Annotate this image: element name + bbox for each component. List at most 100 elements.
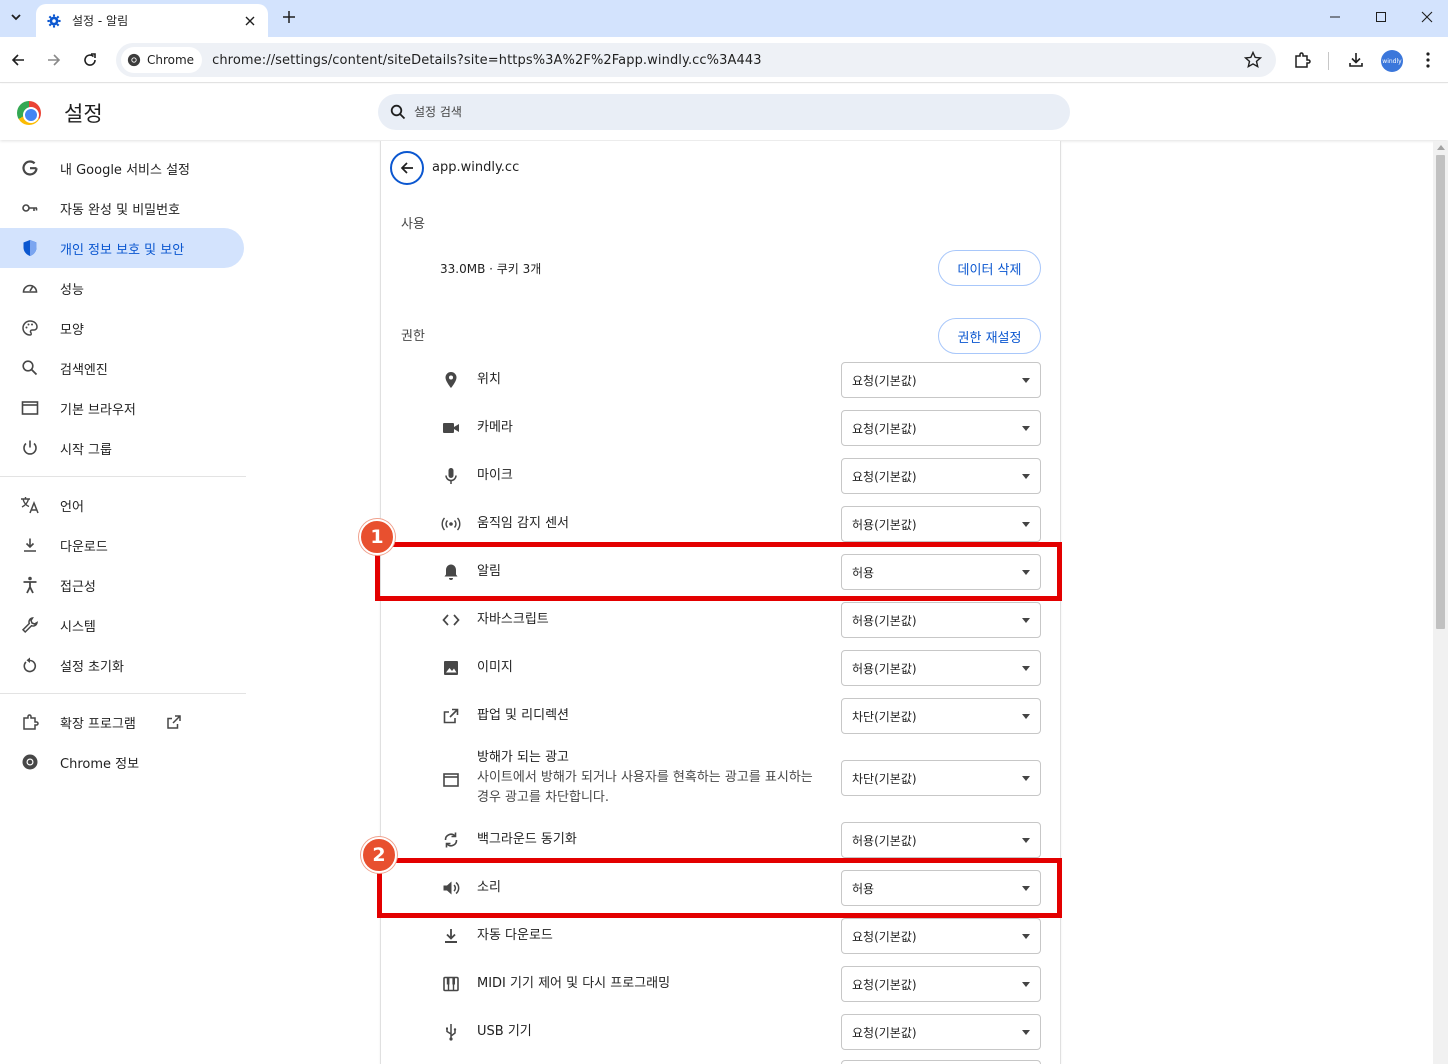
sidebar-divider: [0, 693, 246, 694]
sidebar-item-languages[interactable]: 언어: [0, 485, 246, 525]
sidebar-item-on-startup[interactable]: 시작 그룹: [0, 428, 246, 468]
address-bar[interactable]: Chrome chrome://settings/content/siteDet…: [116, 43, 1276, 77]
sidebar-item-label: 자동 완성 및 비밀번호: [60, 202, 181, 218]
active-tab[interactable]: 설정 - 알림: [36, 4, 268, 37]
bookmark-star-icon[interactable]: [1244, 51, 1262, 69]
permission-select[interactable]: 허용(기본값): [841, 822, 1041, 858]
select-value: 요청(기본값): [852, 373, 917, 388]
caret-down-icon: [1022, 934, 1030, 939]
sidebar-item-autofill[interactable]: 자동 완성 및 비밀번호: [0, 188, 246, 228]
download-icon: [441, 926, 461, 946]
permission-label: USB 기기: [477, 1024, 532, 1039]
image-icon: [441, 658, 461, 678]
usage-value: 33.0MB · 쿠키 3개: [440, 262, 542, 276]
search-input[interactable]: [414, 105, 1014, 119]
sync-icon: [441, 830, 461, 850]
permission-text: 방해가 되는 광고 사이트에서 방해가 되거나 사용자를 현혹하는 광고를 표시…: [477, 748, 827, 808]
site-name: app.windly.cc: [432, 160, 520, 175]
sidebar-item-label: 검색엔진: [60, 362, 108, 378]
permission-row-intrusive-ads: 방해가 되는 광고 사이트에서 방해가 되거나 사용자를 현혹하는 광고를 표시…: [441, 746, 1041, 810]
permission-select[interactable]: 요청(기본값): [841, 362, 1041, 398]
sidebar-item-search-engine[interactable]: 검색엔진: [0, 348, 246, 388]
reload-button[interactable]: [76, 46, 104, 74]
sidebar-item-label: 확장 프로그램: [60, 716, 136, 732]
back-arrow-button[interactable]: [390, 151, 424, 185]
google-g-icon: [20, 158, 40, 178]
chrome-icon: [127, 53, 141, 67]
settings-search[interactable]: [378, 94, 1070, 130]
page-scrollbar[interactable]: [1433, 141, 1448, 1064]
sidebar-item-privacy[interactable]: 개인 정보 보호 및 보안: [0, 228, 244, 268]
palette-icon: [20, 318, 40, 338]
permission-select[interactable]: 차단(기본값): [841, 760, 1041, 796]
permission-row-motion-sensors: 움직임 감지 센서 허용(기본값): [441, 506, 1041, 542]
url-text[interactable]: chrome://settings/content/siteDetails?si…: [212, 53, 762, 68]
select-value: 요청(기본값): [852, 929, 917, 944]
sidebar-item-default-browser[interactable]: 기본 브라우저: [0, 388, 246, 428]
permission-select[interactable]: 요청(기본값): [841, 918, 1041, 954]
sidebar-item-label: 설정 초기화: [60, 659, 124, 675]
maximize-button[interactable]: [1358, 0, 1404, 34]
sidebar-item-reset[interactable]: 설정 초기화: [0, 645, 246, 685]
forward-button[interactable]: [40, 46, 68, 74]
extensions-button[interactable]: [1288, 46, 1316, 74]
sidebar-item-accessibility[interactable]: 접근성: [0, 565, 246, 605]
sidebar-item-about-chrome[interactable]: Chrome 정보: [0, 742, 246, 782]
sidebar-item-performance[interactable]: 성능: [0, 268, 246, 308]
menu-button[interactable]: [1414, 46, 1442, 74]
permission-select[interactable]: 차단(기본값): [841, 698, 1041, 734]
permission-row-usb: USB 기기 요청(기본값): [441, 1014, 1041, 1050]
key-icon: [20, 198, 40, 218]
power-icon: [20, 438, 40, 458]
select-value: 요청(기본값): [852, 421, 917, 436]
annotation-badge-1: 1: [359, 519, 395, 555]
downloads-button[interactable]: [1342, 46, 1370, 74]
minimize-button[interactable]: [1312, 0, 1358, 34]
puzzle-icon: [20, 712, 40, 732]
download-icon: [20, 535, 40, 555]
permission-row-location: 위치 요청(기본값): [441, 362, 1041, 398]
usage-heading: 사용: [401, 217, 425, 232]
back-button[interactable]: [4, 46, 32, 74]
permission-select-partial[interactable]: [841, 1060, 1041, 1064]
ad-window-icon: [441, 770, 461, 790]
caret-down-icon: [1022, 522, 1030, 527]
chrome-icon: [20, 752, 40, 772]
permission-select[interactable]: 허용(기본값): [841, 650, 1041, 686]
permission-select[interactable]: 허용(기본값): [841, 602, 1041, 638]
reset-permissions-button[interactable]: 권한 재설정: [938, 318, 1041, 354]
shield-icon: [20, 238, 40, 258]
site-info-chip[interactable]: Chrome: [121, 47, 203, 73]
more-vert-icon: [1426, 52, 1430, 68]
caret-down-icon: [1022, 714, 1030, 719]
sidebar-item-appearance[interactable]: 모양: [0, 308, 246, 348]
sidebar-item-extensions[interactable]: 확장 프로그램: [0, 702, 246, 742]
profile-avatar[interactable]: windly: [1381, 50, 1403, 72]
sidebar-item-system[interactable]: 시스템: [0, 605, 246, 645]
search-icon: [390, 104, 406, 120]
new-tab-button[interactable]: [278, 6, 300, 28]
sensor-icon: [441, 514, 461, 534]
permission-select[interactable]: 허용(기본값): [841, 506, 1041, 542]
caret-down-icon: [1022, 1030, 1030, 1035]
highlight-box-sound: [377, 858, 1062, 918]
settings-header: 설정: [0, 84, 1448, 140]
clear-data-button[interactable]: 데이터 삭제: [938, 250, 1041, 286]
sidebar-item-label: Chrome 정보: [60, 756, 140, 772]
permission-select[interactable]: 요청(기본값): [841, 966, 1041, 1002]
permission-select[interactable]: 요청(기본값): [841, 458, 1041, 494]
scroll-up-arrow-icon[interactable]: [1437, 145, 1445, 150]
sidebar-item-google-services[interactable]: 내 Google 서비스 설정: [0, 148, 246, 188]
permission-select[interactable]: 요청(기본값): [841, 1014, 1041, 1050]
scrollbar-thumb[interactable]: [1436, 155, 1445, 629]
close-window-button[interactable]: [1404, 0, 1448, 34]
sidebar-item-label: 접근성: [60, 579, 96, 595]
select-value: 허용(기본값): [852, 517, 917, 532]
tab-search-button[interactable]: [4, 5, 28, 29]
caret-down-icon: [1022, 666, 1030, 671]
permission-row-javascript: 자바스크립트 허용(기본값): [441, 602, 1041, 638]
select-value: 요청(기본값): [852, 977, 917, 992]
sidebar-item-downloads[interactable]: 다운로드: [0, 525, 246, 565]
permission-select[interactable]: 요청(기본값): [841, 410, 1041, 446]
close-tab-icon[interactable]: [242, 13, 258, 29]
